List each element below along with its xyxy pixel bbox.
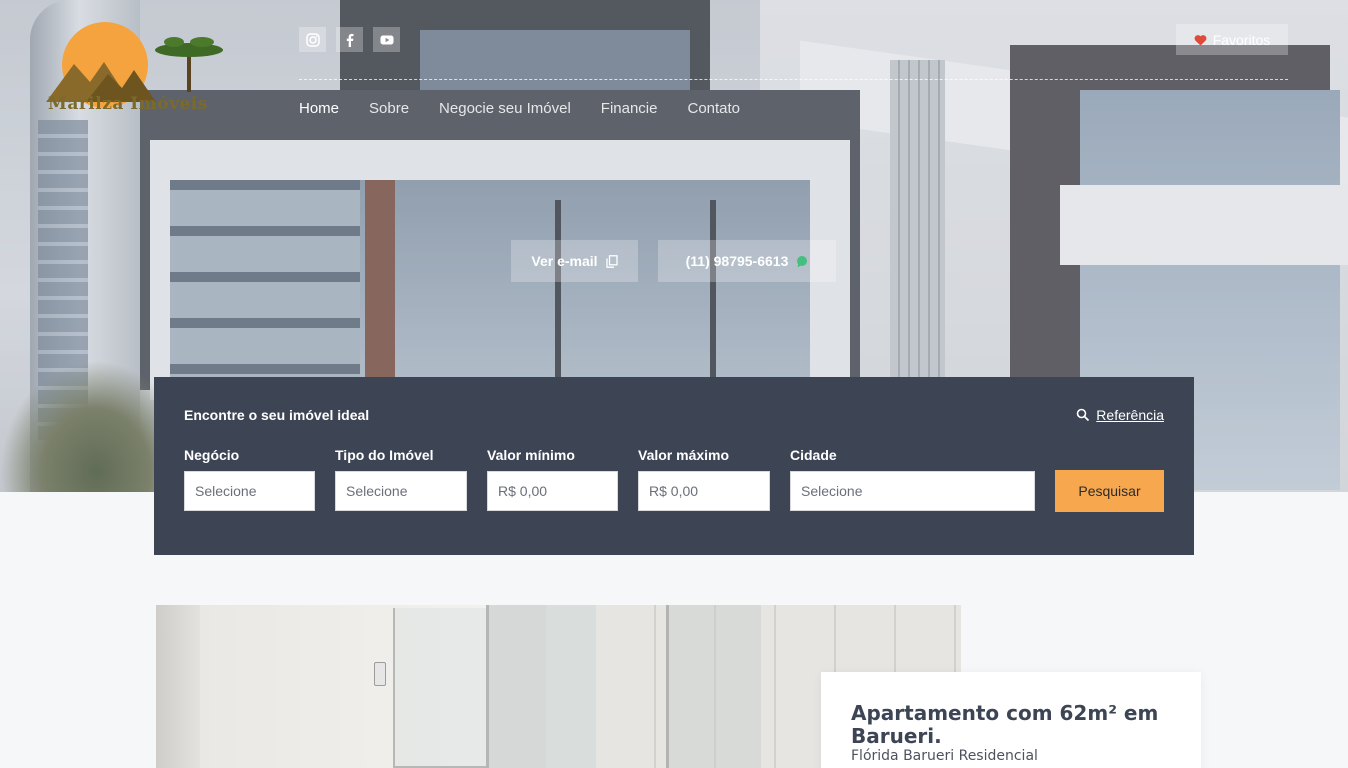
youtube-icon: [380, 35, 393, 44]
negocio-label: Negócio: [184, 447, 240, 463]
negocio-field: Negócio Selecione: [184, 447, 315, 511]
tipo-select[interactable]: Selecione: [335, 471, 467, 511]
tipo-field: Tipo do Imóvel Selecione: [335, 447, 467, 511]
heart-icon: [1194, 34, 1207, 45]
youtube-link[interactable]: [373, 27, 400, 52]
main-nav: Home Sobre Negocie seu Imóvel Financie C…: [299, 100, 740, 117]
araucaria-tree-icon: [155, 37, 223, 92]
search-icon: [1076, 408, 1090, 422]
brand-logo[interactable]: Marilza Imóveis: [46, 20, 224, 120]
header-divider: [299, 79, 1288, 80]
valor-min-input[interactable]: R$ 0,00: [487, 471, 618, 511]
cidade-select[interactable]: Selecione: [790, 471, 1035, 511]
view-email-button[interactable]: Ver e-mail: [511, 240, 638, 282]
view-email-label: Ver e-mail: [531, 253, 598, 269]
negocio-select[interactable]: Selecione: [184, 471, 315, 511]
facebook-icon: [346, 33, 353, 47]
phone-button[interactable]: (11) 98795-6613: [658, 240, 836, 282]
cidade-field: Cidade Selecione: [790, 447, 1035, 511]
favorites-label: Favoritos: [1212, 31, 1271, 48]
tipo-label: Tipo do Imóvel: [335, 447, 434, 463]
facebook-link[interactable]: [336, 27, 363, 52]
listing-card[interactable]: Apartamento com 62m² em Barueri. Flórida…: [821, 672, 1201, 768]
reference-search-link[interactable]: Referência: [1076, 407, 1164, 423]
logo-text: Marilza Imóveis: [48, 94, 208, 114]
phone-label: (11) 98795-6613: [685, 253, 789, 269]
instagram-icon: [305, 32, 320, 47]
instagram-link[interactable]: [299, 27, 326, 52]
whatsapp-icon: [797, 255, 808, 267]
nav-item-contato[interactable]: Contato: [687, 100, 740, 117]
listing-title: Apartamento com 62m² em Barueri.: [851, 701, 1159, 748]
copy-icon: [605, 254, 618, 268]
valor-max-input[interactable]: R$ 0,00: [638, 471, 770, 511]
search-title: Encontre o seu imóvel ideal: [184, 407, 370, 423]
reference-label: Referência: [1096, 407, 1164, 423]
favorites-button[interactable]: Favoritos: [1176, 24, 1288, 55]
nav-item-financie[interactable]: Financie: [601, 100, 658, 117]
valor-min-field: Valor mínimo R$ 0,00: [487, 447, 618, 511]
social-links: [299, 27, 400, 52]
listing-subtitle: Flórida Barueri Residencial: [851, 748, 1038, 764]
search-button[interactable]: Pesquisar: [1055, 470, 1164, 512]
valor-max-field: Valor máximo R$ 0,00: [638, 447, 770, 511]
nav-item-home[interactable]: Home: [299, 100, 339, 117]
valor-max-label: Valor máximo: [638, 447, 730, 463]
cidade-label: Cidade: [790, 447, 837, 463]
nav-item-sobre[interactable]: Sobre: [369, 100, 409, 117]
property-search-panel: Encontre o seu imóvel ideal Referência N…: [154, 377, 1194, 555]
valor-min-label: Valor mínimo: [487, 447, 575, 463]
nav-item-negocie[interactable]: Negocie seu Imóvel: [439, 100, 571, 117]
